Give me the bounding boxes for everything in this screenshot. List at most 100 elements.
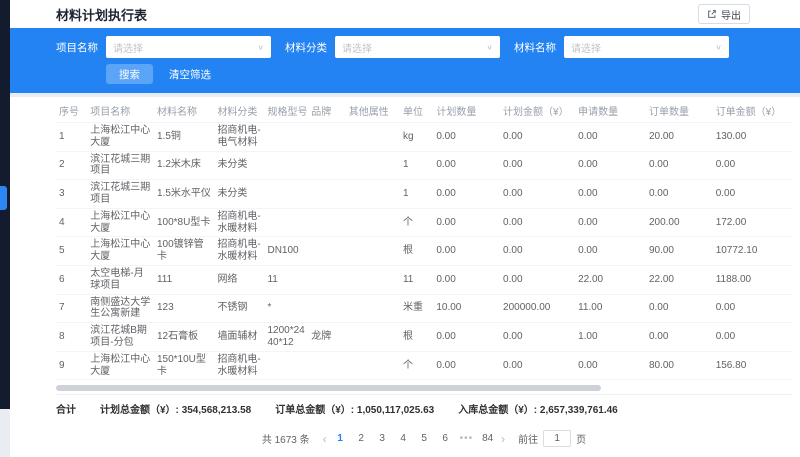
category-select[interactable]: 请选择 ∨ — [335, 36, 500, 58]
table-cell: 招商机电-水暖材料 — [214, 237, 264, 266]
table-cell: 1.00 — [575, 323, 646, 352]
page-title: 材料计划执行表 — [56, 5, 147, 24]
table-cell — [264, 208, 308, 237]
table-cell: 滨江花城三期项目 — [87, 151, 154, 180]
next-page-button[interactable]: › — [501, 433, 505, 445]
table-cell: 招商机电-水暖材料 — [214, 351, 264, 380]
totals-row: 合计 计划总金额（¥）: 354,568,213.58 订单总金额（¥）: 1,… — [56, 394, 792, 422]
table-cell: 0.00 — [433, 323, 500, 352]
page-button-5[interactable]: 5 — [418, 433, 431, 444]
export-button[interactable]: 导出 — [698, 4, 750, 24]
column-header: 计划金额（¥） — [500, 99, 575, 123]
column-header: 单位 — [400, 99, 433, 123]
page-button-1[interactable]: 1 — [334, 433, 347, 444]
project-name-label: 项目名称 — [56, 40, 98, 55]
page-ellipsis[interactable]: ••• — [460, 433, 474, 444]
table-cell: 22.00 — [575, 265, 646, 294]
search-button[interactable]: 搜索 — [106, 64, 153, 84]
horizontal-scrollbar-thumb[interactable] — [56, 385, 601, 391]
prev-page-button[interactable]: ‹ — [323, 433, 327, 445]
table-cell — [308, 294, 346, 323]
table-cell: 1200*2440*12 — [264, 323, 308, 352]
table-cell: 1.5铜 — [154, 123, 214, 152]
table-cell: 0.00 — [575, 351, 646, 380]
category-select-placeholder: 请选择 — [342, 40, 372, 55]
table-cell: 0.00 — [575, 208, 646, 237]
table-cell: 100镀锌管卡 — [154, 237, 214, 266]
table-cell: 根 — [400, 237, 433, 266]
table-cell: 0.00 — [433, 208, 500, 237]
project-select[interactable]: 请选择 ∨ — [106, 36, 271, 58]
table-cell: 招商机电-水暖材料 — [214, 208, 264, 237]
material-select-placeholder: 请选择 — [571, 40, 601, 55]
table-cell: 0.00 — [500, 180, 575, 209]
table-cell: 0.00 — [646, 294, 713, 323]
table-cell — [308, 237, 346, 266]
table-cell: 0.00 — [433, 351, 500, 380]
table-cell: 招商机电-电气材料 — [214, 123, 264, 152]
table-cell — [308, 180, 346, 209]
table-cell — [264, 180, 308, 209]
table-row: 3滨江花城三期项目1.5米水平仪未分类10.000.000.000.000.00 — [56, 180, 792, 209]
table-cell: 200000.00 — [500, 294, 575, 323]
table-cell: DN100 — [264, 237, 308, 266]
table-cell: 6 — [56, 265, 87, 294]
table-cell: 0.00 — [713, 151, 792, 180]
page-button-4[interactable]: 4 — [397, 433, 410, 444]
table-cell: 1188.00 — [713, 265, 792, 294]
table-cell: * — [264, 294, 308, 323]
table-cell: 3 — [56, 180, 87, 209]
order-total-label: 订单总金额（¥）: — [275, 405, 354, 416]
chevron-down-icon: ∨ — [715, 43, 722, 52]
page-button-3[interactable]: 3 — [376, 433, 389, 444]
table-cell: 2 — [56, 151, 87, 180]
table-cell: 0.00 — [646, 151, 713, 180]
column-header: 订单数量 — [646, 99, 713, 123]
chevron-down-icon: ∨ — [257, 43, 264, 52]
page-jump-input[interactable] — [543, 430, 571, 447]
table-cell: 0.00 — [713, 323, 792, 352]
table-cell: 20.00 — [646, 123, 713, 152]
chevron-down-icon: ∨ — [486, 43, 493, 52]
material-name-label: 材料名称 — [514, 40, 556, 55]
inbound-total-value: 2,657,339,761.46 — [540, 405, 618, 416]
column-header: 订单金额（¥） — [713, 99, 792, 123]
page-button-84[interactable]: 84 — [481, 433, 494, 444]
page-jump-unit: 页 — [576, 431, 586, 446]
table-cell: 0.00 — [713, 294, 792, 323]
table-cell: 龙牌 — [308, 323, 346, 352]
table-cell: 123 — [154, 294, 214, 323]
table-cell: 1 — [400, 151, 433, 180]
table-cell: 12石膏板 — [154, 323, 214, 352]
table-cell — [346, 208, 400, 237]
material-select[interactable]: 请选择 ∨ — [564, 36, 729, 58]
table-cell: 11.00 — [575, 294, 646, 323]
table-cell: 10772.10 — [713, 237, 792, 266]
table-cell: 个 — [400, 351, 433, 380]
page-button-2[interactable]: 2 — [355, 433, 368, 444]
sidebar-expand-handle[interactable] — [0, 186, 7, 210]
table-cell: 上海松江中心大厦 — [87, 123, 154, 152]
table-cell — [264, 123, 308, 152]
table-cell — [264, 351, 308, 380]
pagination: 共 1673 条 ‹ 123456•••84 › 前往 页 — [56, 422, 792, 457]
table-cell: 0.00 — [433, 237, 500, 266]
table-row: 5上海松江中心大厦100镀锌管卡招商机电-水暖材料DN100根0.000.000… — [56, 237, 792, 266]
column-header: 品牌 — [308, 99, 346, 123]
table-cell: 未分类 — [214, 151, 264, 180]
top-bar: 材料计划执行表 导出 — [10, 0, 800, 28]
table-cell: 10.00 — [433, 294, 500, 323]
clear-filters-link[interactable]: 清空筛选 — [169, 67, 211, 82]
table-cell: 0.00 — [500, 323, 575, 352]
table-cell: 0.00 — [433, 180, 500, 209]
table-cell: 130.00 — [713, 123, 792, 152]
table-row: 9上海松江中心大厦150*10U型卡招商机电-水暖材料个0.000.000.00… — [56, 351, 792, 380]
collapsed-sidebar — [0, 0, 10, 409]
table-cell: 太空电梯-月球项目 — [87, 265, 154, 294]
filter-panel: 项目名称 请选择 ∨ 材料分类 请选择 ∨ 材料名称 请选 — [10, 28, 800, 93]
filter-actions-row: 搜索 清空筛选 — [106, 64, 786, 84]
page-button-6[interactable]: 6 — [439, 433, 452, 444]
table-cell: 米重 — [400, 294, 433, 323]
table-cell: 0.00 — [713, 180, 792, 209]
table-row: 4上海松江中心大厦100*8U型卡招商机电-水暖材料个0.000.000.002… — [56, 208, 792, 237]
